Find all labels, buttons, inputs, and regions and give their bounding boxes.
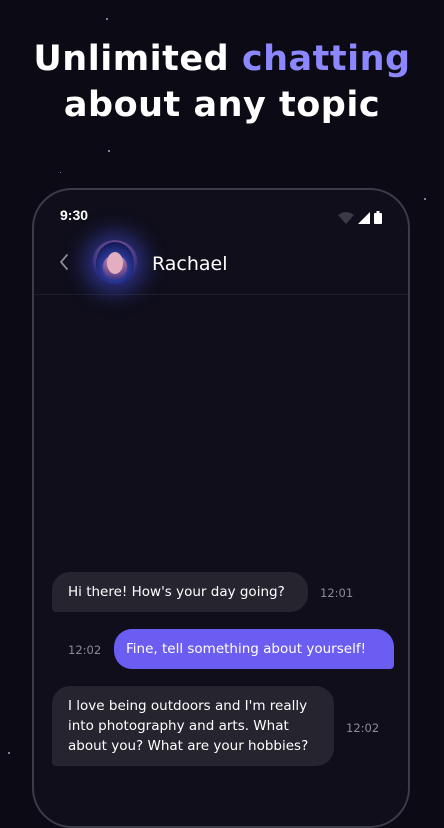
message-text: I love being outdoors and I'm really int… <box>68 698 309 754</box>
star <box>8 752 10 754</box>
avatar-face <box>107 252 123 274</box>
headline-line-2: about any topic <box>63 85 381 125</box>
status-bar: 9:30 <box>34 190 408 234</box>
star <box>60 172 61 173</box>
promo-headline: Unlimited chatting about any topic <box>0 36 444 128</box>
contact-avatar[interactable] <box>92 240 138 286</box>
headline-prefix: Unlimited <box>33 39 242 79</box>
headline-line-1: Unlimited chatting <box>0 36 444 82</box>
star <box>108 150 110 152</box>
message-time: 12:02 <box>346 721 380 735</box>
message-time: 12:01 <box>320 586 354 600</box>
star <box>106 18 108 20</box>
star <box>424 198 426 200</box>
message-text: Hi there! How's your day going? <box>68 584 285 600</box>
wifi-icon <box>338 209 354 228</box>
status-time: 9:30 <box>60 207 89 223</box>
chat-header: Rachael <box>34 234 408 295</box>
outgoing-message-bubble: Fine, tell something about yourself! <box>114 629 394 669</box>
back-button[interactable] <box>52 252 76 276</box>
headline-accent: chatting <box>241 39 411 79</box>
message-time: 12:02 <box>68 643 102 657</box>
status-icons <box>338 209 382 228</box>
chevron-left-icon <box>59 254 69 274</box>
battery-icon <box>374 209 382 228</box>
message-text: Fine, tell something about yourself! <box>126 641 366 657</box>
phone-frame: 9:30 Rachael Hi there! How's your day go… <box>32 188 410 828</box>
contact-name[interactable]: Rachael <box>152 253 228 275</box>
incoming-message-bubble: Hi there! How's your day going? <box>52 572 308 612</box>
incoming-message-bubble: I love being outdoors and I'm really int… <box>52 686 334 766</box>
cellular-signal-icon <box>358 209 370 228</box>
